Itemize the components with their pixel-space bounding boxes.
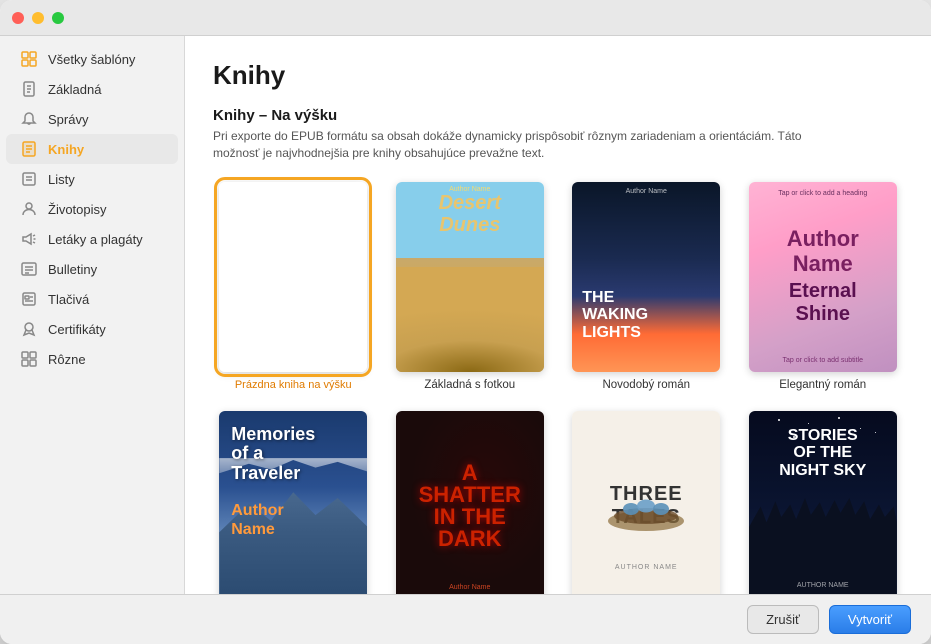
memoir-title-text: Memoriesof aTraveler [231, 425, 315, 484]
cover-three-tales: THREE TALES AUTHOR NAME [572, 411, 720, 594]
template-memoir[interactable]: Memoriesof aTraveler AuthorName Autobiog… [213, 411, 374, 594]
megaphone-icon [20, 230, 38, 248]
sidebar-label-zivotopisy: Životopisy [48, 202, 107, 217]
page-title: Knihy [213, 60, 903, 91]
sidebar-label-tlaciva: Tlačivá [48, 292, 89, 307]
sidebar-item-zivotopisy[interactable]: Životopisy [6, 194, 178, 224]
maximize-button[interactable] [52, 12, 64, 24]
doc-icon [20, 80, 38, 98]
sidebar-label-knihy: Knihy [48, 142, 84, 157]
eternal-bottom-text: Tap or click to add subtitle [782, 357, 863, 364]
cover-desert-dunes: Author Name DesertDunes [396, 182, 544, 372]
cover-waking-lights: Author Name THEWAKINGLIGHTS [572, 182, 720, 372]
person-icon [20, 200, 38, 218]
shatter-author-text: Author Name [396, 584, 544, 591]
cover-memoir: Memoriesof aTraveler AuthorName [219, 411, 367, 594]
three-author-text: AUTHOR NAME [615, 564, 678, 571]
template-label-eternal: Elegantný román [779, 379, 866, 391]
section-desc: Pri exporte do EPUB formátu sa obsah dok… [213, 128, 833, 162]
template-three[interactable]: THREE TALES AUTHOR NAME [566, 411, 727, 594]
template-label-blank: Prázdna kniha na výšku [235, 379, 352, 391]
ribbon-icon [20, 320, 38, 338]
titlebar [0, 0, 931, 36]
book-icon [20, 140, 38, 158]
template-stories[interactable]: STORIESOF THENIGHT SKY AUTHOR NAME Moder… [743, 411, 904, 594]
template-label-waking: Novodobý román [602, 379, 690, 391]
sidebar-item-certifikaty[interactable]: Certifikáty [6, 314, 178, 344]
stories-author-text: AUTHOR NAME [749, 582, 897, 589]
cover-eternal-shine: Tap or click to add a heading AuthorName… [749, 182, 897, 372]
grid2-icon [20, 350, 38, 368]
template-shatter[interactable]: ASHATTERIN THEDARK Author Name Multižánr… [390, 411, 551, 594]
app-window: Všetky šablóny Základná [0, 0, 931, 644]
grid-icon [20, 50, 38, 68]
sidebar-label-vsetky: Všetky šablóny [48, 52, 135, 67]
template-eternal[interactable]: Tap or click to add a heading AuthorName… [743, 182, 904, 391]
sidebar-item-vsetky[interactable]: Všetky šablóny [6, 44, 178, 74]
template-desert[interactable]: Author Name DesertDunes Základná s fotko… [390, 182, 551, 391]
sidebar-item-listy[interactable]: Listy [6, 164, 178, 194]
template-label-desert: Základná s fotkou [424, 379, 515, 391]
newsletter-icon [20, 260, 38, 278]
form-icon [20, 290, 38, 308]
sidebar-label-bulletiny: Bulletiny [48, 262, 97, 277]
sidebar-item-letaky[interactable]: Letáky a plagáty [6, 224, 178, 254]
waking-author-text: Author Name [572, 188, 720, 195]
content-area: Knihy Knihy – Na výšku Pri exporte do EP… [185, 36, 931, 594]
templates-grid: Prázdna kniha na výšku Author Name Deser… [213, 182, 903, 594]
sidebar-label-listy: Listy [48, 172, 75, 187]
sidebar-label-certifikaty: Certifikáty [48, 322, 106, 337]
waking-title-text: THEWAKINGLIGHTS [582, 289, 648, 342]
cover-blank [219, 182, 367, 372]
eternal-title-text: EternalShine [789, 280, 857, 326]
cover-shatter-dark: ASHATTERIN THEDARK Author Name [396, 411, 544, 594]
sidebar-item-rozne[interactable]: Rôzne [6, 344, 178, 374]
template-blank[interactable]: Prázdna kniha na výšku [213, 182, 374, 391]
memoir-author-text: AuthorName [231, 501, 283, 539]
stories-title-text: STORIESOF THENIGHT SKY [749, 427, 897, 480]
section-title: Knihy – Na výšku [213, 107, 903, 124]
sidebar-label-zakladna: Základná [48, 82, 101, 97]
sidebar-label-spravy: Správy [48, 112, 88, 127]
sidebar-item-knihy[interactable]: Knihy [6, 134, 178, 164]
desert-title-text: DesertDunes [396, 192, 544, 236]
sidebar-item-spravy[interactable]: Správy [6, 104, 178, 134]
sidebar-item-zakladna[interactable]: Základná [6, 74, 178, 104]
minimize-button[interactable] [32, 12, 44, 24]
cancel-button[interactable]: Zrušiť [747, 605, 819, 634]
create-button[interactable]: Vytvoriť [829, 605, 911, 634]
shatter-title-text: ASHATTERIN THEDARK [419, 462, 521, 550]
cover-stories-night: STORIESOF THENIGHT SKY AUTHOR NAME [749, 411, 897, 594]
sidebar-label-letaky: Letáky a plagáty [48, 232, 143, 247]
bell-icon [20, 110, 38, 128]
sidebar: Všetky šablóny Základná [0, 36, 185, 594]
eternal-sub-text: Tap or click to add a heading [772, 190, 873, 197]
sidebar-item-bulletiny[interactable]: Bulletiny [6, 254, 178, 284]
sidebar-item-tlaciva[interactable]: Tlačivá [6, 284, 178, 314]
close-button[interactable] [12, 12, 24, 24]
footer: Zrušiť Vytvoriť [0, 594, 931, 644]
eternal-author-text: AuthorName [787, 227, 859, 275]
main-layout: Všetky šablóny Základná [0, 36, 931, 594]
template-waking[interactable]: Author Name THEWAKINGLIGHTS Novodobý rom… [566, 182, 727, 391]
sidebar-label-rozne: Rôzne [48, 352, 86, 367]
list-icon [20, 170, 38, 188]
